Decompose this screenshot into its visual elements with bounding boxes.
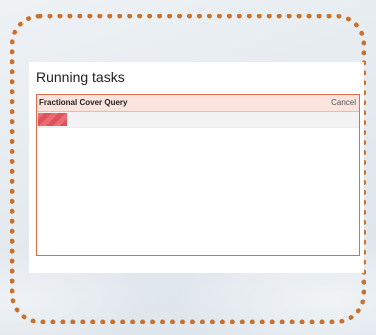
cancel-link[interactable]: Cancel bbox=[331, 97, 356, 108]
task-item: Fractional Cover Query Cancel bbox=[36, 94, 360, 256]
panel-title: Running tasks bbox=[36, 69, 125, 85]
progress-bar-fill bbox=[38, 113, 67, 126]
task-name: Fractional Cover Query bbox=[39, 98, 128, 107]
running-tasks-panel: Running tasks Fractional Cover Query Can… bbox=[29, 62, 364, 273]
progress-bar bbox=[37, 112, 359, 128]
task-header: Fractional Cover Query Cancel bbox=[37, 95, 359, 112]
